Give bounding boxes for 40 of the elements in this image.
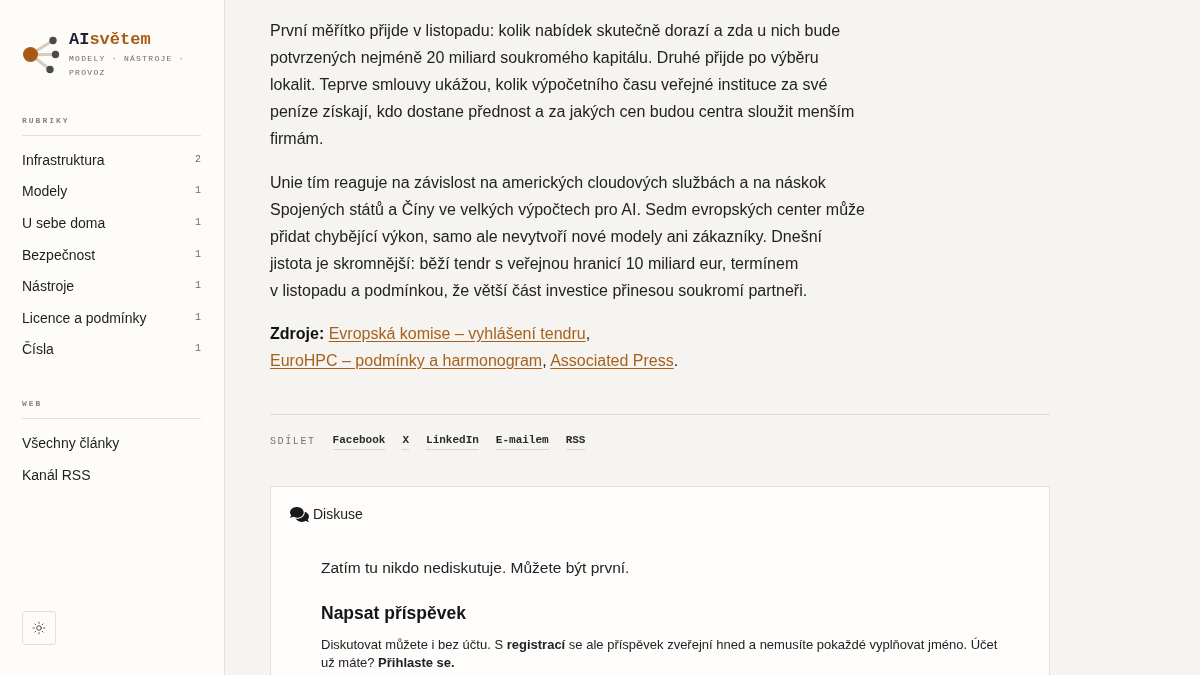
site-tagline: MODELY · NÁSTROJE · PROVOZ	[69, 53, 186, 79]
article-count: 1	[195, 342, 201, 357]
nav-link[interactable]: Bezpečnost	[22, 244, 96, 265]
article-count: 1	[195, 310, 201, 325]
nav-link[interactable]: Licence a podmínky	[22, 307, 147, 328]
share-link[interactable]: X	[402, 433, 410, 450]
article-count: 1	[195, 216, 201, 230]
article-count: 1	[195, 279, 201, 294]
network-logo-icon	[22, 36, 60, 74]
nav-link[interactable]: Všechny články	[22, 432, 120, 453]
sources-text: Zdroje: Evropská komise – vyhlášení tendru, EuroHPC – podmínky a harmonogram, Associated Press.	[270, 324, 680, 371]
source-link[interactable]: Evropská komise – vyhlášení tendru	[328, 325, 586, 342]
site-wordmark: AIsvětem	[69, 30, 151, 50]
discussion-title: Diskuse	[313, 505, 363, 524]
source-link[interactable]: EuroHPC – podmínky a harmonogram	[270, 352, 543, 369]
article-paragraph: Unie tím reaguje na závislost na amerických cloudových službách a na náskok Spojených států a Číny ve velkých výpočtech pro AI. Sedm evropských center může přidat chybějící výkon, samo ale nevytvoří nové modely ani zákazníky. Dnešní jistota je skromnější: běží tendr s veřejnou hranicí 10 miliard eur, termínem v listopadu a podmínkou, že větší část investice přinesou soukromí partneři.	[270, 173, 866, 301]
section-heading: WEB	[22, 398, 43, 411]
section-heading: RUBRIKY	[22, 115, 70, 127]
empty-message: Zatím tu nikdo nediskutuje. Můžete být první.	[321, 558, 630, 578]
sun-icon	[32, 621, 46, 635]
article-count: 1	[195, 247, 201, 262]
form-note: Diskutovat můžete i bez účtu. S registrací se ale příspěvek zveřejní hned a nemusíte pokaždé vyplňovat jméno. Účet už máte? Přihlaste se.	[321, 636, 999, 672]
source-link[interactable]: Associated Press	[550, 352, 674, 369]
nav-link[interactable]: U sebe doma	[22, 213, 106, 233]
nav-link[interactable]: Infrastruktura	[22, 149, 105, 170]
share-link[interactable]: RSS	[565, 433, 586, 450]
nav-link[interactable]: Modely	[22, 181, 68, 202]
nav-link[interactable]: Kanál RSS	[22, 464, 91, 485]
article-count: 2	[195, 152, 201, 167]
share-link[interactable]: Facebook	[332, 433, 386, 450]
comments-icon	[290, 504, 309, 524]
share-link[interactable]: LinkedIn	[426, 433, 479, 450]
article-count: 1	[195, 184, 201, 199]
share-label: SDÍLET	[270, 434, 316, 449]
form-heading: Napsat příspěvek	[321, 602, 466, 625]
article-paragraph: První měřítko přijde v listopadu: kolik nabídek skutečně dorazí a zda u nich bude potvrzených nejméně 20 miliard soukromého kapitálu. Druhé přijde po výběru lokalit. Teprve smlouvy ukážou, kolik výpočetního času veřejné instituce za své peníze získají, kdo dostane přednost a za jakých cen budou centra sloužit menším firmám.	[270, 21, 856, 149]
share-link[interactable]: E-mailem	[495, 433, 549, 450]
nav-link[interactable]: Nástroje	[22, 276, 75, 297]
theme-toggle-button[interactable]	[22, 611, 56, 645]
nav-link[interactable]: Čísla	[22, 339, 54, 360]
